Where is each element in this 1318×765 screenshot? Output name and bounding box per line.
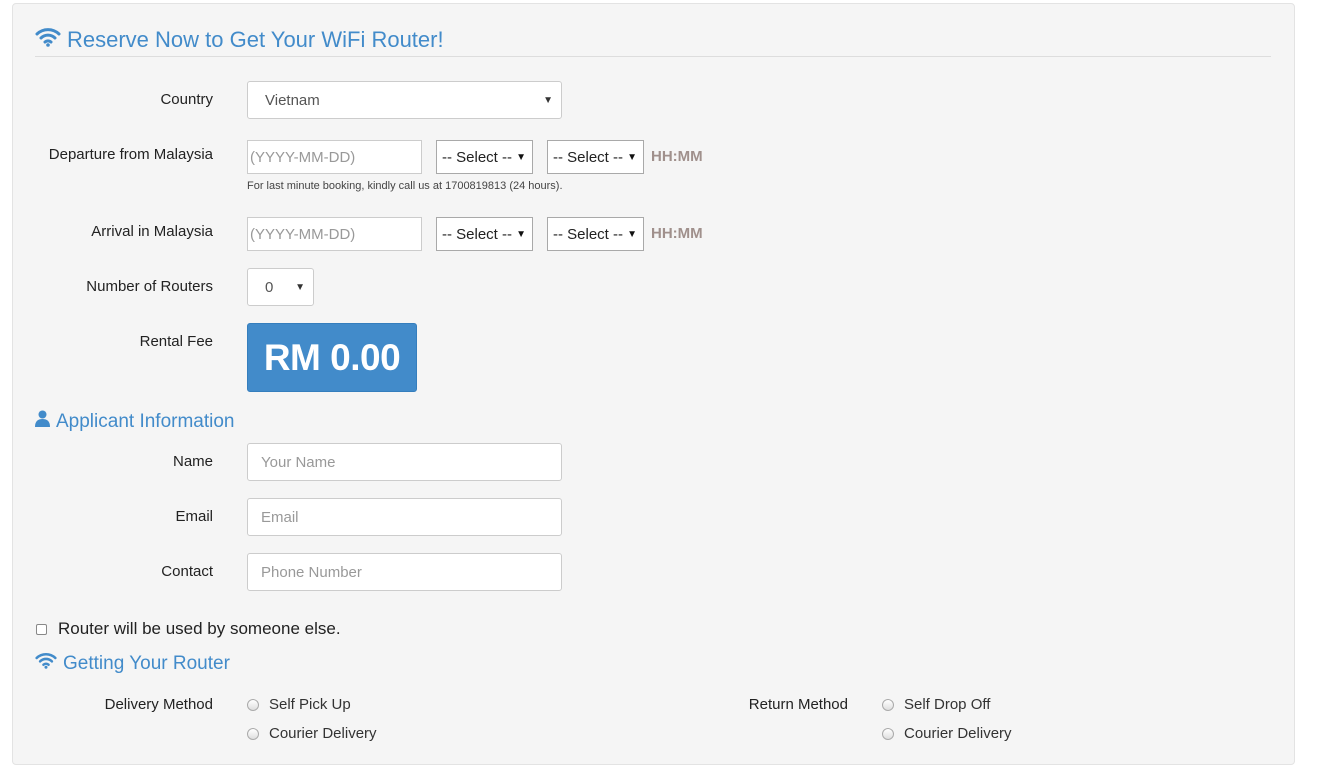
departure-minute-select[interactable]: -- Select -- ▼ [547, 140, 644, 174]
return-option-label: Courier Delivery [904, 725, 1012, 742]
getting-title: Getting Your Router [63, 652, 230, 674]
someone-else-checkbox[interactable] [36, 623, 47, 635]
departure-hour-value: -- Select -- [442, 148, 513, 166]
name-label: Name [172, 453, 213, 470]
contact-placeholder: Phone Number [261, 563, 362, 581]
applicant-title: Applicant Information [56, 410, 235, 432]
routers-value: 0 [265, 278, 274, 296]
routers-select[interactable]: 0 ▼ [247, 268, 314, 306]
rental-fee-value: RM 0.00 [263, 336, 401, 378]
email-placeholder: Email [261, 508, 299, 526]
return-radio-self-drop-off[interactable] [882, 698, 894, 711]
arrival-label: Arrival in Malaysia [91, 223, 213, 240]
wifi-icon [35, 652, 57, 675]
delivery-radio-courier[interactable] [247, 727, 259, 740]
rental-fee-display: RM 0.00 [247, 323, 417, 392]
delivery-option-courier[interactable]: Courier Delivery [247, 725, 377, 742]
departure-label: Departure from Malaysia [48, 146, 213, 163]
email-label: Email [175, 508, 213, 525]
reserve-title: Reserve Now to Get Your WiFi Router! [67, 27, 444, 52]
return-radio-courier[interactable] [882, 727, 894, 740]
chevron-down-icon: ▼ [295, 281, 305, 293]
return-method-label: Return Method [748, 696, 848, 713]
departure-hour-select[interactable]: -- Select -- ▼ [436, 140, 533, 174]
chevron-down-icon: ▼ [627, 228, 637, 240]
arrival-minute-value: -- Select -- [553, 225, 624, 243]
arrival-time-format: HH:MM [651, 225, 703, 242]
delivery-option-self-pick-up[interactable]: Self Pick Up [247, 696, 351, 713]
someone-else-option[interactable]: Router will be used by someone else. [36, 619, 341, 639]
return-option-label: Self Drop Off [904, 696, 991, 713]
routers-label: Number of Routers [86, 278, 213, 295]
getting-heading: Getting Your Router [35, 652, 230, 675]
chevron-down-icon: ▼ [627, 151, 637, 163]
applicant-heading: Applicant Information [35, 410, 235, 433]
arrival-date-input[interactable]: (YYYY-MM-DD) [247, 217, 422, 251]
delivery-option-label: Courier Delivery [269, 725, 377, 742]
chevron-down-icon: ▼ [516, 228, 526, 240]
contact-label: Contact [161, 563, 213, 580]
wifi-icon [35, 27, 61, 53]
departure-help-text: For last minute booking, kindly call us … [247, 180, 563, 192]
arrival-minute-select[interactable]: -- Select -- ▼ [547, 217, 644, 251]
country-value: Vietnam [265, 91, 320, 109]
chevron-down-icon: ▼ [516, 151, 526, 163]
country-label: Country [160, 91, 213, 108]
departure-date-placeholder: (YYYY-MM-DD) [250, 148, 356, 166]
reserve-heading: Reserve Now to Get Your WiFi Router! [35, 27, 444, 53]
name-input[interactable]: Your Name [247, 443, 562, 481]
reservation-panel [12, 3, 1295, 765]
email-input[interactable]: Email [247, 498, 562, 536]
return-option-courier[interactable]: Courier Delivery [882, 725, 1012, 742]
chevron-down-icon: ▼ [543, 94, 553, 106]
delivery-radio-self-pick-up[interactable] [247, 698, 259, 711]
delivery-method-label: Delivery Method [104, 696, 213, 713]
arrival-date-placeholder: (YYYY-MM-DD) [250, 225, 356, 243]
user-icon [35, 410, 50, 433]
return-option-self-drop-off[interactable]: Self Drop Off [882, 696, 990, 713]
arrival-hour-select[interactable]: -- Select -- ▼ [436, 217, 533, 251]
delivery-option-label: Self Pick Up [269, 696, 351, 713]
contact-input[interactable]: Phone Number [247, 553, 562, 591]
name-placeholder: Your Name [261, 453, 336, 471]
departure-time-format: HH:MM [651, 148, 703, 165]
country-select[interactable]: Vietnam ▼ [247, 81, 562, 119]
someone-else-label: Router will be used by someone else. [58, 619, 341, 638]
rental-fee-label: Rental Fee [139, 333, 213, 350]
departure-minute-value: -- Select -- [553, 148, 624, 166]
departure-date-input[interactable]: (YYYY-MM-DD) [247, 140, 422, 174]
arrival-hour-value: -- Select -- [442, 225, 513, 243]
heading-divider [35, 56, 1271, 57]
